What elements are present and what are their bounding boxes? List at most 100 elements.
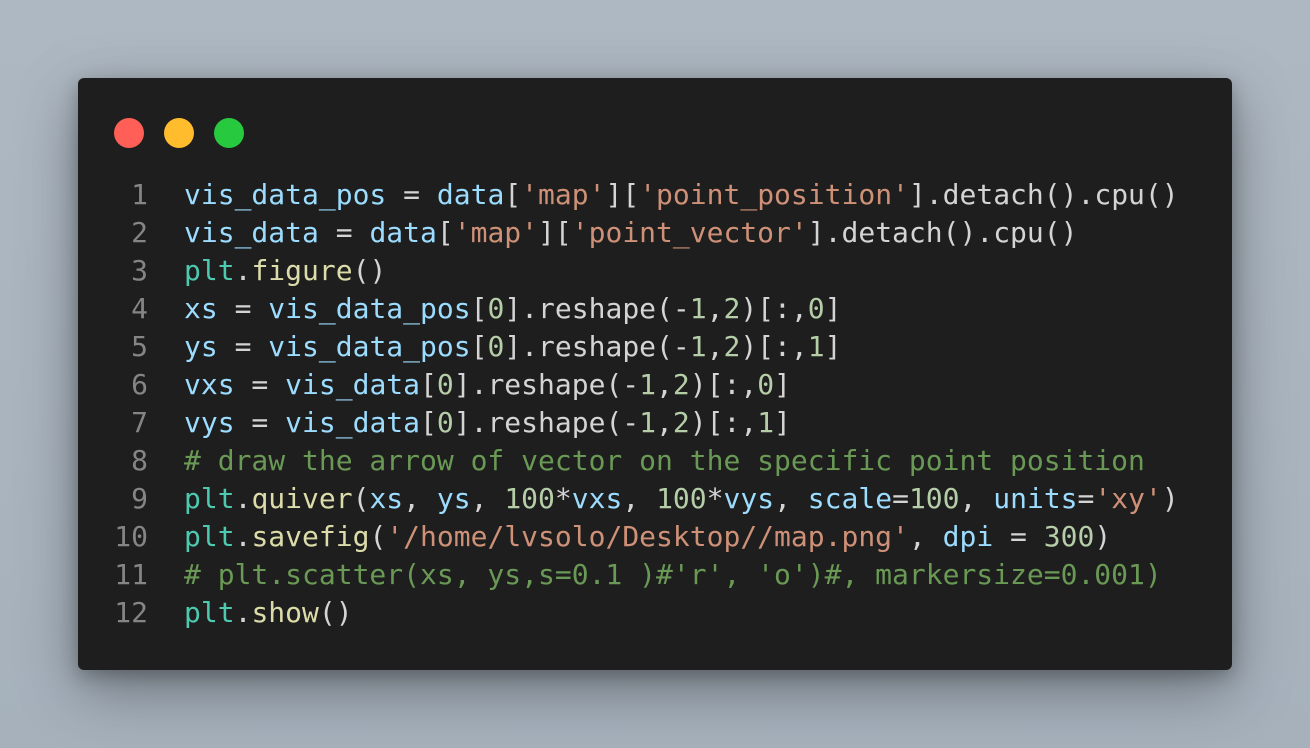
code-token: plt bbox=[184, 254, 235, 287]
code-token: 'point_vector' bbox=[571, 216, 808, 249]
code-token: 1 bbox=[639, 406, 657, 439]
code-token: plt bbox=[184, 482, 235, 515]
code-token: [ bbox=[420, 406, 437, 439]
code-token: () bbox=[318, 596, 353, 629]
code-line: 10 plt.savefig('/home/lvsolo/Desktop//map… bbox=[78, 518, 1232, 556]
code-token: 'map' bbox=[453, 216, 539, 249]
code-token: ].reshape(- bbox=[453, 368, 640, 401]
code-token: dpi bbox=[942, 520, 994, 553]
code-line: 9 plt.quiver(xs, ys, 100*vxs, 100*vys, sc… bbox=[78, 480, 1232, 518]
code-token: ] bbox=[774, 368, 791, 401]
line-number: 8 bbox=[131, 444, 148, 477]
code-token: ) bbox=[1161, 482, 1179, 515]
code-token: 100 bbox=[908, 482, 960, 515]
code-token: vis_data_pos bbox=[268, 292, 471, 325]
code-text: # plt.scatter(xs, ys,s=0.1 )#'r', 'o')#,… bbox=[184, 556, 1162, 594]
code-token: figure bbox=[251, 254, 353, 287]
code-token: units bbox=[993, 482, 1078, 515]
code-token: . bbox=[234, 254, 252, 287]
code-token: vxs bbox=[184, 368, 235, 401]
window-controls bbox=[114, 118, 244, 148]
code-token: vys bbox=[184, 406, 235, 439]
code-line: 8 # draw the arrow of vector on the speci… bbox=[78, 442, 1232, 480]
code-token: ].detach().cpu() bbox=[908, 178, 1179, 211]
code-token: ) bbox=[1094, 520, 1112, 553]
code-token: , bbox=[908, 520, 943, 553]
code-token: show bbox=[251, 596, 319, 629]
code-token: ( bbox=[352, 482, 370, 515]
code-token: 1 bbox=[807, 330, 825, 363]
code-line: 1 vis_data_pos = data['map']['point_posit… bbox=[78, 176, 1232, 214]
code-token: vis_data bbox=[285, 406, 421, 439]
code-token: , bbox=[470, 482, 505, 515]
code-token: = bbox=[217, 330, 269, 363]
code-token: savefig bbox=[251, 520, 370, 553]
code-token: ys bbox=[436, 482, 471, 515]
code-token: )[:, bbox=[689, 406, 758, 439]
code-line: 5 ys = vis_data_pos[0].reshape(-1,2)[:,1] bbox=[78, 328, 1232, 366]
code-token: 100 bbox=[656, 482, 707, 515]
code-token: 0 bbox=[487, 330, 505, 363]
line-number: 1 bbox=[131, 178, 148, 211]
code-token: 'map' bbox=[521, 178, 606, 211]
code-token: . bbox=[234, 520, 252, 553]
code-token: 'point_position' bbox=[639, 178, 909, 211]
code-token: 'xy' bbox=[1094, 482, 1162, 515]
minimize-dot-icon[interactable] bbox=[164, 118, 194, 148]
code-token: , bbox=[706, 330, 724, 363]
code-window: 1 vis_data_pos = data['map']['point_posit… bbox=[78, 78, 1232, 670]
code-line: 7 vys = vis_data[0].reshape(-1,2)[:,1] bbox=[78, 404, 1232, 442]
line-number: 2 bbox=[131, 216, 148, 249]
code-line: 3 plt.figure() bbox=[78, 252, 1232, 290]
code-token: vxs bbox=[571, 482, 623, 515]
code-token: )[:, bbox=[740, 292, 808, 325]
code-token: plt bbox=[184, 520, 235, 553]
code-token: data bbox=[436, 178, 505, 211]
line-number: 9 bbox=[131, 482, 148, 515]
code-text: vys = vis_data[0].reshape(-1,2)[:,1] bbox=[184, 404, 791, 442]
code-token: 1 bbox=[639, 368, 657, 401]
code-token: ][ bbox=[605, 178, 640, 211]
code-token: 2 bbox=[723, 330, 741, 363]
code-token: 0 bbox=[487, 292, 505, 325]
code-token: ] bbox=[774, 406, 791, 439]
code-token: data bbox=[369, 216, 437, 249]
code-text: plt.savefig('/home/lvsolo/Desktop//map.p… bbox=[184, 518, 1111, 556]
code-token: 1 bbox=[689, 330, 707, 363]
code-token: 2 bbox=[672, 368, 690, 401]
code-token: , bbox=[959, 482, 994, 515]
code-token: plt bbox=[184, 596, 235, 629]
code-token: , bbox=[706, 292, 724, 325]
line-number: 7 bbox=[131, 406, 148, 439]
code-token: . bbox=[234, 596, 252, 629]
maximize-dot-icon[interactable] bbox=[214, 118, 244, 148]
code-text: xs = vis_data_pos[0].reshape(-1,2)[:,0] bbox=[184, 290, 841, 328]
code-line: 11 # plt.scatter(xs, ys,s=0.1 )#'r', 'o')… bbox=[78, 556, 1232, 594]
code-token: ys bbox=[184, 330, 218, 363]
code-token: 1 bbox=[689, 292, 707, 325]
code-token: [ bbox=[504, 178, 522, 211]
line-number: 10 bbox=[114, 520, 148, 553]
code-block: 1 vis_data_pos = data['map']['point_posit… bbox=[78, 176, 1232, 632]
line-number: 11 bbox=[114, 558, 148, 591]
code-token: scale bbox=[807, 482, 893, 515]
code-token: '/home/lvsolo/Desktop//map.png' bbox=[386, 520, 909, 553]
code-token: ].reshape(- bbox=[453, 406, 640, 439]
code-token: [ bbox=[420, 368, 437, 401]
code-token: = bbox=[217, 292, 269, 325]
code-token: ].detach().cpu() bbox=[807, 216, 1078, 249]
code-token: vis_data_pos bbox=[184, 178, 387, 211]
line-number: 6 bbox=[131, 368, 148, 401]
code-token: () bbox=[352, 254, 387, 287]
code-text: plt.figure() bbox=[184, 252, 386, 290]
code-line: 2 vis_data = data['map']['point_vector'].… bbox=[78, 214, 1232, 252]
close-dot-icon[interactable] bbox=[114, 118, 144, 148]
code-token: = bbox=[318, 216, 370, 249]
code-token: 0 bbox=[436, 406, 454, 439]
code-token: = bbox=[386, 178, 437, 211]
code-token: 300 bbox=[1043, 520, 1095, 553]
code-token: )[:, bbox=[689, 368, 758, 401]
code-token: 0 bbox=[757, 368, 775, 401]
code-token: ][ bbox=[538, 216, 572, 249]
code-token: * bbox=[706, 482, 724, 515]
